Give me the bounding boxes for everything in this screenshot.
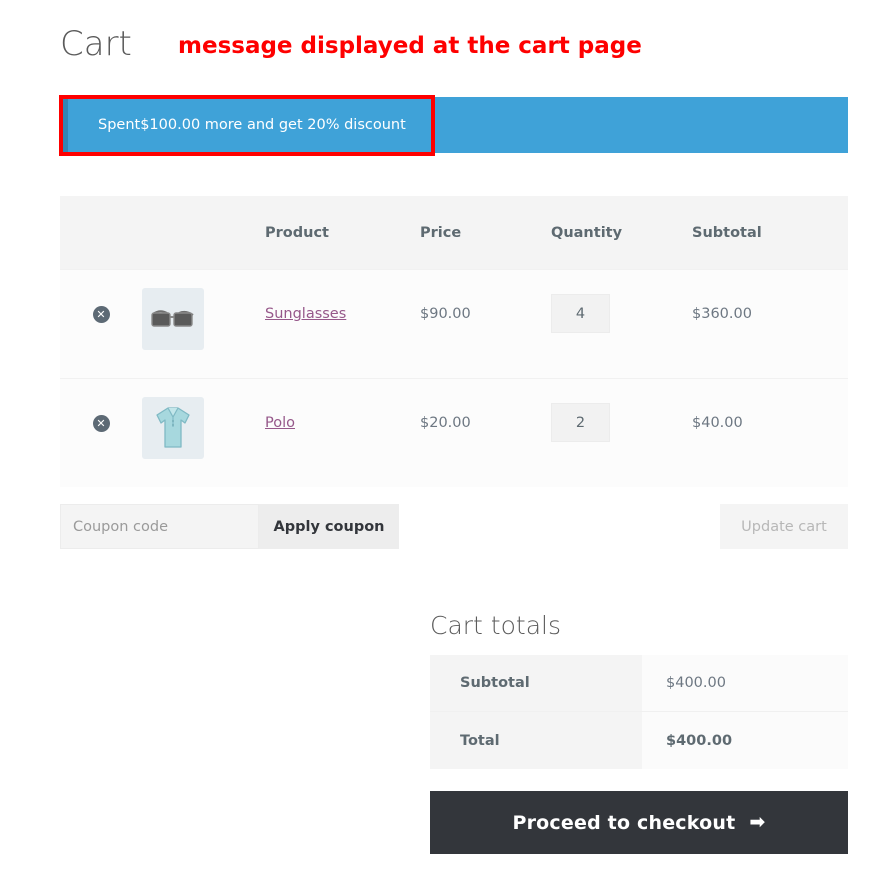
table-row: ✕ Polo $20.00 2 $40.00 [60, 378, 848, 487]
remove-item-icon[interactable]: ✕ [92, 415, 110, 432]
checkout-label: Proceed to checkout [512, 811, 736, 834]
coupon-code-input[interactable] [60, 504, 259, 549]
thumbnail-cell [142, 270, 265, 350]
subtotal-value: $400.00 [642, 655, 848, 711]
product-link[interactable]: Polo [265, 413, 295, 433]
cart-table-header: Product Price Quantity Subtotal [60, 196, 848, 269]
remove-cell: ✕ [60, 379, 142, 432]
quantity-stepper[interactable]: 4 [551, 294, 610, 333]
thumbnail-cell [142, 379, 265, 459]
proceed-to-checkout-button[interactable]: Proceed to checkout ➡ [430, 791, 848, 854]
product-price: $20.00 [420, 415, 471, 431]
quantity-stepper[interactable]: 2 [551, 403, 610, 442]
actions-spacer [399, 504, 720, 549]
header-product: Product [265, 225, 329, 241]
header-price: Price [420, 225, 462, 241]
arrow-right-icon: ➡ [749, 811, 766, 833]
totals-row-subtotal: Subtotal $400.00 [430, 655, 848, 712]
update-cart-button[interactable]: Update cart [720, 504, 848, 549]
page-title: Cart [60, 24, 132, 64]
product-subtotal: $40.00 [692, 415, 743, 431]
product-price: $90.00 [420, 306, 471, 322]
product-link[interactable]: Sunglasses [265, 304, 346, 324]
cart-notice-banner: Spent$100.00 more and get 20% discount [60, 97, 848, 153]
table-row: ✕ Sunglasses $90.00 4 $360.00 [60, 269, 848, 378]
subtotal-label: Subtotal [430, 655, 642, 711]
total-value: $400.00 [642, 712, 848, 769]
cart-actions-row: Apply coupon Update cart [60, 504, 848, 549]
product-subtotal: $360.00 [692, 306, 752, 322]
remove-cell: ✕ [60, 270, 142, 323]
polo-shirt-icon [156, 407, 190, 448]
total-label: Total [430, 712, 642, 769]
cart-page: Cart message displayed at the cart page … [0, 0, 884, 872]
cart-totals-title: Cart totals [430, 611, 561, 640]
header-quantity: Quantity [551, 225, 623, 241]
sunglasses-icon [151, 310, 194, 327]
annotation-caption: message displayed at the cart page [178, 33, 642, 59]
totals-row-total: Total $400.00 [430, 712, 848, 769]
cart-notice-text: Spent$100.00 more and get 20% discount [98, 117, 406, 133]
header-subtotal: Subtotal [692, 225, 762, 241]
apply-coupon-button[interactable]: Apply coupon [259, 504, 399, 549]
polo-shirt-thumbnail[interactable] [142, 397, 204, 459]
cart-items-table: Product Price Quantity Subtotal ✕ Sungla… [60, 196, 848, 487]
remove-item-icon[interactable]: ✕ [92, 306, 110, 323]
cart-totals-table: Subtotal $400.00 Total $400.00 [430, 655, 848, 769]
sunglasses-thumbnail[interactable] [142, 288, 204, 350]
